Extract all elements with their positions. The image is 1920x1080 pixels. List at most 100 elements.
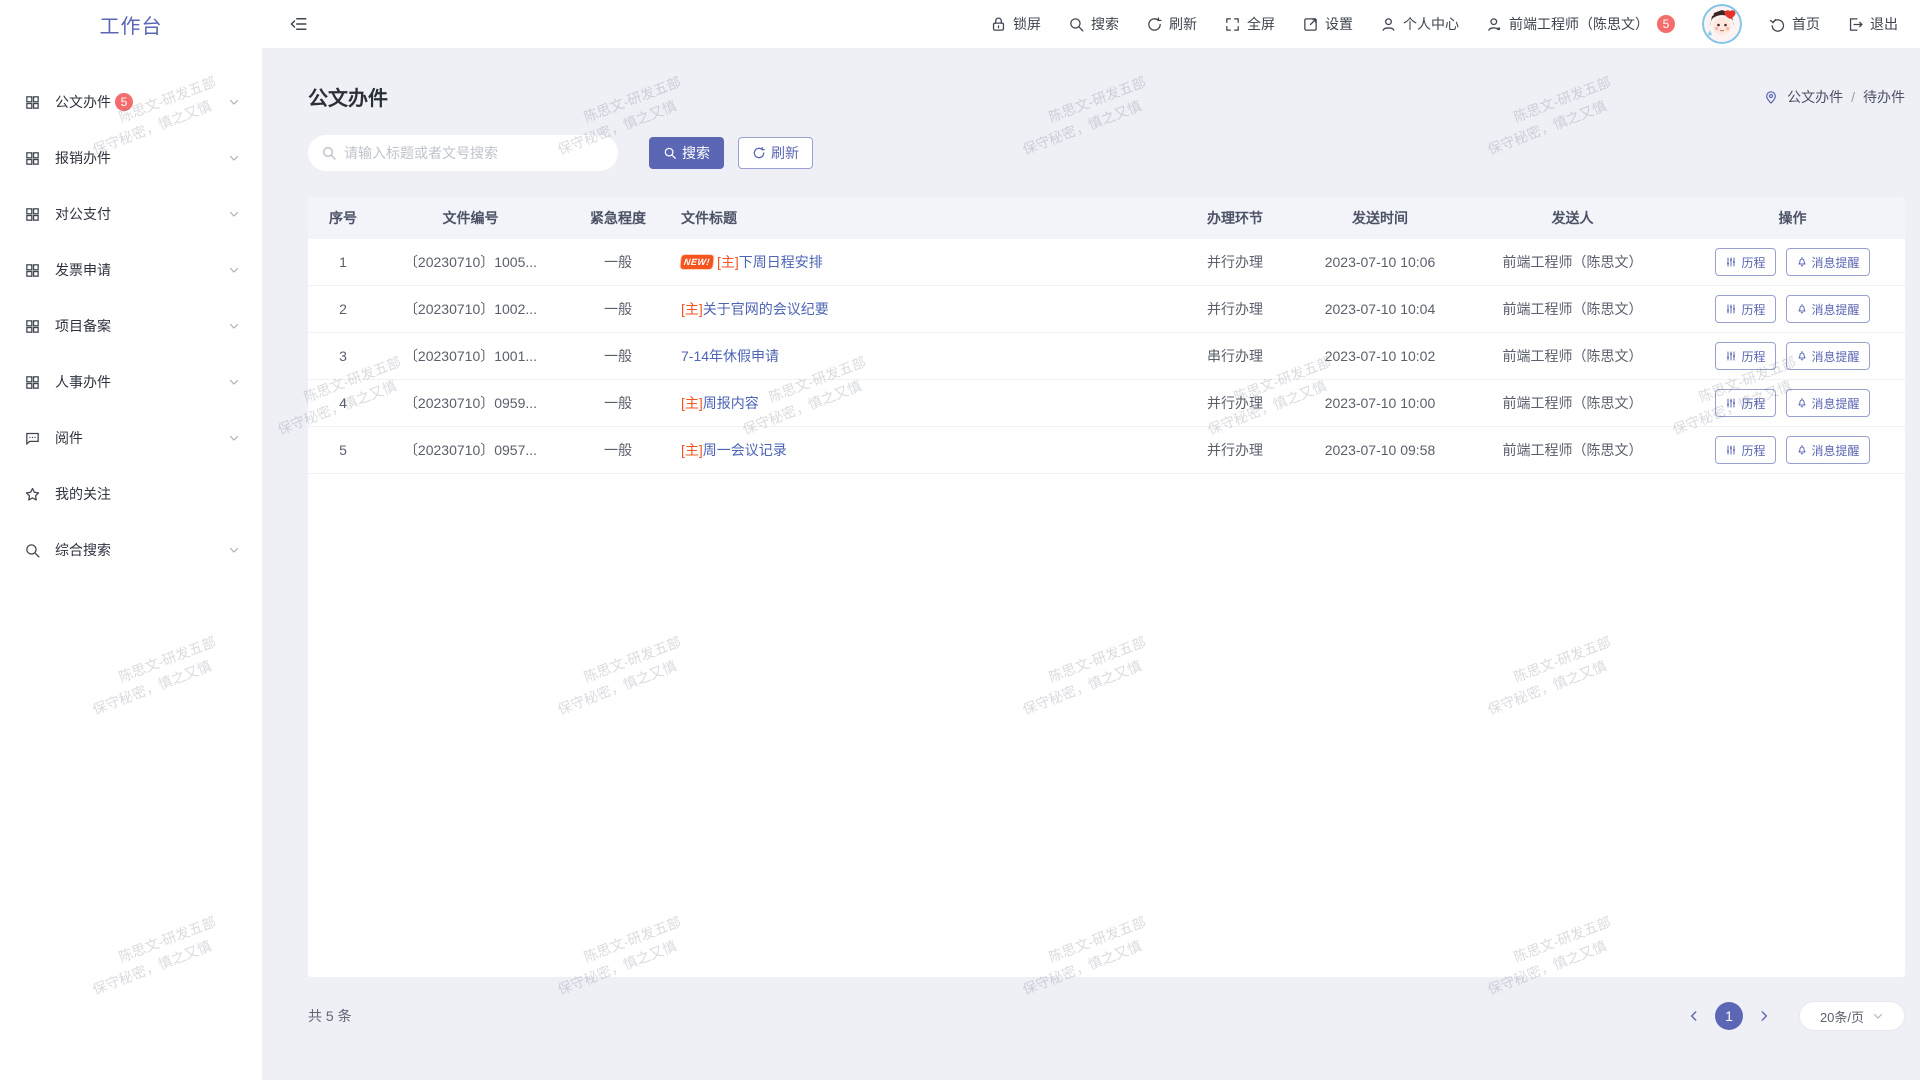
avatar[interactable] bbox=[1702, 4, 1742, 44]
notify-button[interactable]: 消息提醒 bbox=[1786, 389, 1870, 417]
sidebar-item-2[interactable]: 对公支付 bbox=[0, 186, 262, 242]
search-input-icon bbox=[321, 145, 337, 161]
history-button[interactable]: 历程 bbox=[1715, 248, 1775, 276]
doc-number: 〔20230710〕1001... bbox=[378, 346, 563, 366]
page-size-select[interactable]: 20条/页 bbox=[1799, 1001, 1905, 1031]
table-body: 1 〔20230710〕1005... 一般 NEW! [主]下周日程安排 并行… bbox=[308, 239, 1905, 474]
sidebar-item-5[interactable]: 人事办件 bbox=[0, 354, 262, 410]
history-button[interactable]: 历程 bbox=[1715, 342, 1775, 370]
history-button[interactable]: 历程 bbox=[1715, 295, 1775, 323]
refresh-button[interactable]: 刷新 bbox=[1146, 14, 1197, 34]
send-time: 2023-07-10 10:02 bbox=[1295, 348, 1465, 364]
settings-button[interactable]: 设置 bbox=[1302, 14, 1353, 34]
history-button[interactable]: 历程 bbox=[1715, 389, 1775, 417]
breadcrumb-current: 待办件 bbox=[1863, 87, 1905, 107]
fullscreen-icon bbox=[1224, 16, 1241, 33]
refresh-list-label: 刷新 bbox=[771, 143, 799, 163]
profile-center-label: 个人中心 bbox=[1403, 14, 1459, 34]
doc-title-link[interactable]: 7-14年休假申请 bbox=[681, 346, 779, 366]
logout-button[interactable]: 退出 bbox=[1847, 14, 1898, 34]
doc-title-cell: 7-14年休假申请 bbox=[673, 346, 1175, 366]
next-page-button[interactable] bbox=[1753, 1005, 1775, 1027]
breadcrumb-root[interactable]: 公文办件 bbox=[1787, 87, 1843, 107]
current-page[interactable]: 1 bbox=[1715, 1002, 1743, 1030]
sidebar-item-label: 对公支付 bbox=[55, 204, 111, 224]
profile-center-button[interactable]: 个人中心 bbox=[1380, 14, 1459, 34]
notify-button[interactable]: 消息提醒 bbox=[1786, 248, 1870, 276]
prev-page-button[interactable] bbox=[1683, 1005, 1705, 1027]
edit-square-icon bbox=[1302, 16, 1319, 33]
global-search-button[interactable]: 搜索 bbox=[1068, 14, 1119, 34]
grid-icon bbox=[24, 262, 41, 279]
sidebar-item-1[interactable]: 报销办件 bbox=[0, 130, 262, 186]
doc-number: 〔20230710〕1002... bbox=[378, 299, 563, 319]
notify-button[interactable]: 消息提醒 bbox=[1786, 436, 1870, 464]
row-actions: 历程 消息提醒 bbox=[1680, 248, 1905, 276]
search-button[interactable]: 搜索 bbox=[649, 137, 724, 169]
page-size-value: 20条/页 bbox=[1820, 1007, 1864, 1026]
chevron-down-icon bbox=[228, 320, 240, 332]
col-send-time: 发送时间 bbox=[1295, 208, 1465, 228]
send-time: 2023-07-10 10:00 bbox=[1295, 395, 1465, 411]
logo-area: 工作台 bbox=[0, 10, 262, 39]
row-actions: 历程 消息提醒 bbox=[1680, 295, 1905, 323]
home-button[interactable]: 首页 bbox=[1769, 14, 1820, 34]
sidebar-item-7[interactable]: 我的关注 bbox=[0, 466, 262, 522]
send-time: 2023-07-10 10:04 bbox=[1295, 301, 1465, 317]
bell-icon bbox=[1796, 350, 1808, 362]
sidebar-item-4[interactable]: 项目备案 bbox=[0, 298, 262, 354]
chevron-down-icon bbox=[228, 208, 240, 220]
sidebar-item-8[interactable]: 综合搜索 bbox=[0, 522, 262, 578]
notify-button[interactable]: 消息提醒 bbox=[1786, 295, 1870, 323]
doc-title-cell: [主]周报内容 bbox=[673, 393, 1175, 413]
history-icon bbox=[1725, 256, 1737, 268]
chevron-down-icon bbox=[228, 264, 240, 276]
notify-button[interactable]: 消息提醒 bbox=[1786, 342, 1870, 370]
select-chevron-down-icon bbox=[1872, 1010, 1884, 1022]
grid-icon bbox=[24, 206, 41, 223]
doc-title-link[interactable]: [主]周报内容 bbox=[681, 393, 759, 413]
bell-icon bbox=[1796, 256, 1808, 268]
lock-screen-button[interactable]: 锁屏 bbox=[990, 14, 1041, 34]
current-user[interactable]: 前端工程师（陈思文） 5 bbox=[1486, 14, 1675, 34]
bell-icon bbox=[1796, 303, 1808, 315]
row-index: 5 bbox=[308, 442, 378, 458]
history-icon bbox=[1725, 350, 1737, 362]
fullscreen-button[interactable]: 全屏 bbox=[1224, 14, 1275, 34]
urgency: 一般 bbox=[563, 299, 673, 319]
send-time: 2023-07-10 10:06 bbox=[1295, 254, 1465, 270]
doc-title-link[interactable]: [主]下周日程安排 bbox=[717, 252, 823, 272]
send-time: 2023-07-10 09:58 bbox=[1295, 442, 1465, 458]
refresh-icon bbox=[1146, 16, 1163, 33]
settings-label: 设置 bbox=[1325, 14, 1353, 34]
process-step: 并行办理 bbox=[1175, 252, 1295, 272]
doc-number: 〔20230710〕0957... bbox=[378, 440, 563, 460]
main-content: 公文办件 公文办件 / 待办件 搜索 bbox=[262, 48, 1920, 1080]
history-button[interactable]: 历程 bbox=[1715, 436, 1775, 464]
sidebar-collapse-button[interactable] bbox=[290, 15, 308, 33]
sidebar-item-label: 人事办件 bbox=[55, 372, 111, 392]
doc-title-link[interactable]: [主]关于官网的会议纪要 bbox=[681, 299, 829, 319]
row-actions: 历程 消息提醒 bbox=[1680, 436, 1905, 464]
search-input[interactable] bbox=[308, 135, 618, 171]
sidebar-item-3[interactable]: 发票申请 bbox=[0, 242, 262, 298]
sidebar-item-label: 发票申请 bbox=[55, 260, 111, 280]
sidebar-item-label: 报销办件 bbox=[55, 148, 111, 168]
sender: 前端工程师（陈思文） bbox=[1465, 299, 1680, 319]
user-role-icon bbox=[1486, 16, 1503, 33]
refresh-list-button[interactable]: 刷新 bbox=[738, 137, 813, 169]
sidebar-item-badge: 5 bbox=[115, 93, 133, 111]
sidebar-item-0[interactable]: 公文办件 5 bbox=[0, 74, 262, 130]
main-doc-tag: [主] bbox=[681, 299, 703, 319]
sidebar-item-label: 阅件 bbox=[55, 428, 83, 448]
urgency: 一般 bbox=[563, 440, 673, 460]
history-icon bbox=[1725, 397, 1737, 409]
doc-title-cell: NEW! [主]下周日程安排 bbox=[673, 252, 1175, 272]
table-row: 5 〔20230710〕0957... 一般 [主]周一会议记录 并行办理 20… bbox=[308, 427, 1905, 474]
grid-icon bbox=[24, 94, 41, 111]
doc-title-link[interactable]: [主]周一会议记录 bbox=[681, 440, 787, 460]
sidebar-item-6[interactable]: 阅件 bbox=[0, 410, 262, 466]
bell-icon bbox=[1796, 397, 1808, 409]
grid-icon bbox=[24, 374, 41, 391]
col-title: 文件标题 bbox=[673, 208, 1175, 228]
